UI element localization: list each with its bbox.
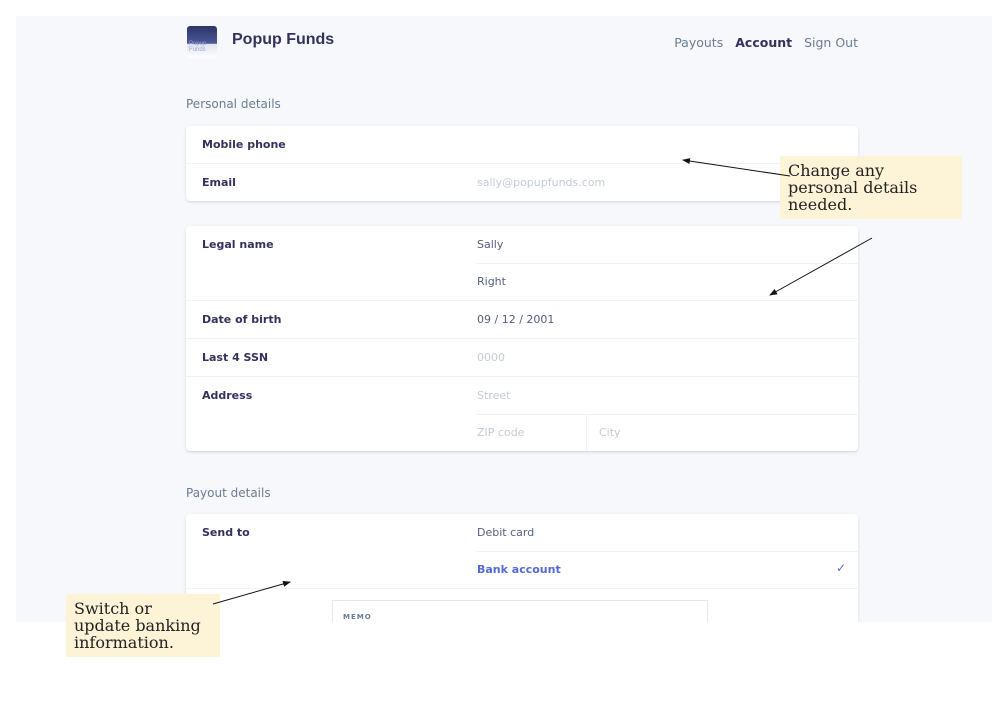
send-to-label: Send to [202, 526, 250, 539]
last-name-input[interactable]: Right [477, 275, 506, 288]
annotation-banking: Switch or update banking information. [66, 594, 220, 657]
street-input[interactable]: Street [477, 389, 510, 402]
memo-label: MEMO [343, 613, 372, 621]
dob-label: Date of birth [202, 313, 282, 326]
address-label: Address [202, 389, 253, 402]
last-name-row: Right [186, 263, 858, 300]
email-row[interactable]: Email sally@popupfunds.com [186, 163, 858, 201]
personal-details-title: Personal details [186, 97, 281, 111]
bank-account-row[interactable]: Bank account ✓ [186, 551, 858, 588]
brand-name[interactable]: Popup Funds [232, 31, 334, 49]
payout-details-title: Payout details [186, 486, 271, 500]
debit-card-option[interactable]: Debit card [477, 526, 534, 539]
logo[interactable]: Popup Funds [187, 26, 217, 58]
legal-name-row: Legal name Sally [186, 226, 858, 263]
field-divider [586, 414, 587, 451]
legal-name-label: Legal name [202, 238, 274, 251]
city-input[interactable]: City [599, 426, 621, 439]
contact-card: Mobile phone Email sally@popupfunds.com [186, 126, 858, 201]
logo-text: Popup Funds [189, 41, 207, 53]
email-input[interactable]: sally@popupfunds.com [477, 176, 605, 189]
dob-row: Date of birth 09 / 12 / 2001 [186, 300, 858, 338]
zip-city-row: ZIP code City [186, 414, 858, 451]
nav-account[interactable]: Account [735, 35, 792, 50]
check-memo-preview: MEMO [332, 600, 708, 622]
zip-input[interactable]: ZIP code [477, 426, 524, 439]
top-header: Popup Funds Popup Funds Payouts Account … [16, 16, 992, 72]
bank-account-option[interactable]: Bank account [477, 563, 561, 576]
address-row: Address Street [186, 376, 858, 414]
top-nav: Payouts Account Sign Out [674, 35, 858, 50]
nav-payouts[interactable]: Payouts [674, 35, 723, 50]
debit-card-row[interactable]: Send to Debit card [186, 514, 858, 551]
annotation-personal-details: Change any personal details needed. [780, 156, 962, 219]
mobile-phone-label: Mobile phone [202, 138, 286, 151]
ssn-row: Last 4 SSN 0000 [186, 338, 858, 376]
ssn-input[interactable]: 0000 [477, 351, 505, 364]
mobile-phone-row[interactable]: Mobile phone [186, 126, 858, 163]
nav-sign-out[interactable]: Sign Out [804, 35, 858, 50]
dob-input[interactable]: 09 / 12 / 2001 [477, 313, 554, 326]
identity-card: Legal name Sally Right Date of birth 09 … [186, 226, 858, 451]
ssn-label: Last 4 SSN [202, 351, 269, 364]
check-icon: ✓ [835, 561, 846, 575]
email-label: Email [202, 176, 236, 189]
app-window: Popup Funds Popup Funds Payouts Account … [16, 16, 992, 622]
first-name-input[interactable]: Sally [477, 238, 503, 251]
